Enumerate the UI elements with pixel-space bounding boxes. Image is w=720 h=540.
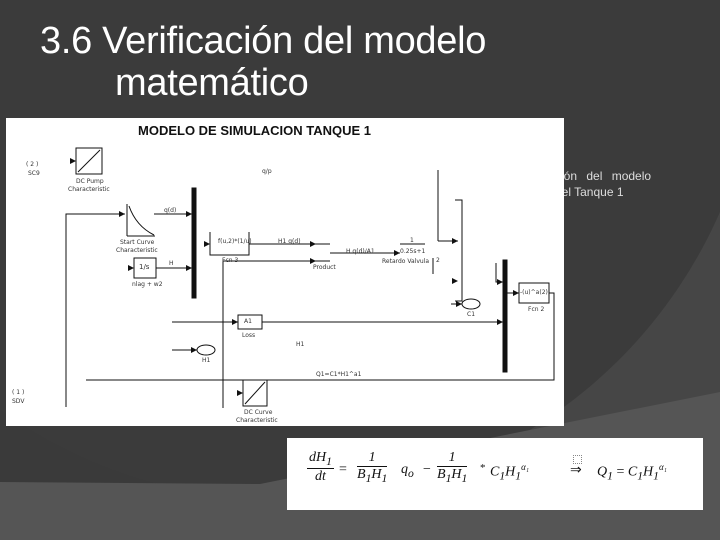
term1-numerator: 1 xyxy=(357,450,388,467)
signal-h: H xyxy=(169,260,174,267)
goto-h1 xyxy=(196,344,216,356)
fcn-label: Fcn 3 xyxy=(222,257,239,264)
inport-2-label: ( 2 ) xyxy=(26,161,39,168)
signal-h1q: H1 q(d) xyxy=(278,238,301,245)
inport-1-name: SDV xyxy=(12,398,25,405)
minus-sign: − xyxy=(423,462,431,477)
term1-h-sub: 1 xyxy=(381,471,388,485)
tf-numerator: 1 xyxy=(410,237,414,244)
gain-label: Loss xyxy=(242,332,256,339)
q: q xyxy=(401,462,408,477)
lhs-denominator: dt xyxy=(315,468,326,484)
fcn2-label: Fcn 2 xyxy=(528,306,545,313)
dc-curve-label: DC Curve xyxy=(244,409,273,416)
gain-expr: A1 xyxy=(244,318,252,325)
term2-h-sub: 1 xyxy=(461,471,468,485)
goto-c1-label: C1 xyxy=(467,311,476,318)
slide-body-text: ción del modelo del Tanque 1 xyxy=(555,168,705,200)
term1-fraction: 1 B1H1 xyxy=(357,450,388,485)
c: C xyxy=(490,464,500,480)
dc-curve-label-2: Characteristic xyxy=(236,417,278,424)
tf-label: Retardo Valvula xyxy=(382,258,430,265)
h-sup: α₁ xyxy=(521,462,529,472)
rhs-c: C xyxy=(627,464,638,480)
signal-h1: H1 xyxy=(296,341,305,348)
term2-b: B xyxy=(437,467,446,482)
inport-1-label: ( 1 ) xyxy=(12,389,25,396)
mux-bar-1 xyxy=(191,187,197,299)
slide-title: 3.6 Verificación del modelo matemático xyxy=(40,20,486,104)
term2-h: H xyxy=(451,467,462,482)
slide-title-line1: 3.6 Verificación del modelo xyxy=(40,20,487,62)
rhs-equals: = xyxy=(616,464,625,480)
product-label: Product xyxy=(313,264,336,271)
integrator-label: nlag + w2 xyxy=(132,281,163,288)
mux-bar-3 xyxy=(502,259,508,373)
term2-numerator: 1 xyxy=(437,450,468,467)
times-sign: * xyxy=(480,462,486,474)
slide-title-line2: matemático xyxy=(115,62,309,104)
body-line2: del Tanque 1 xyxy=(555,185,624,199)
equals-sign: = xyxy=(339,462,347,477)
signal-qp: q/p xyxy=(262,168,272,175)
term1-h: H xyxy=(371,467,382,482)
term1-b: B xyxy=(357,467,366,482)
dc-pump-label: DC Pump xyxy=(76,178,104,185)
fcn-expr: f(u,2)*(1/u) xyxy=(218,238,252,245)
integrator-expr: 1/s xyxy=(139,263,150,271)
signal-mid: H q(d)/A1 xyxy=(346,248,375,255)
signal-q1: Q1=C1*H1^a1 xyxy=(316,371,362,378)
q-sub: o xyxy=(408,466,414,480)
start-curve-label: Start Curve xyxy=(120,239,155,246)
rhs-q-sub: 1 xyxy=(607,469,613,483)
rhs-h-sup: α₁ xyxy=(658,462,667,472)
body-line1: ción del modelo xyxy=(555,169,652,183)
equation-box: dH1 dt = 1 B1H1 qo − 1 B1H1 * C1H1α₁ ⇒ Q… xyxy=(287,438,703,510)
goto-h1-label: H1 xyxy=(202,357,211,364)
lhs-numerator: dH xyxy=(309,450,327,465)
flow-term: C1H1α₁ xyxy=(490,462,529,482)
simulink-diagram: MODELO DE SIMULACION TANQUE 1 ( 2 ) SC9 … xyxy=(6,118,564,426)
diagram-title: MODELO DE SIMULACION TANQUE 1 xyxy=(138,123,372,138)
rhs-h: H xyxy=(643,464,654,480)
tf-denominator: 0.25s+1 xyxy=(400,248,426,255)
diagram-lines xyxy=(65,147,555,408)
lhs-fraction: dH1 dt xyxy=(307,450,334,485)
signal-qd: q(d) xyxy=(164,207,177,214)
goto-c1 xyxy=(461,298,481,310)
inport-2-name: SC9 xyxy=(28,170,40,177)
mux-port-label: 2 xyxy=(436,257,440,264)
q-term: qo xyxy=(401,462,414,480)
term2-fraction: 1 B1H1 xyxy=(437,450,468,485)
start-curve-label-2: Characteristic xyxy=(116,247,158,254)
implies-arrow: ⇒ xyxy=(570,463,582,478)
lhs-numerator-sub: 1 xyxy=(326,454,332,468)
h: H xyxy=(505,464,516,480)
dc-pump-label-2: Characteristic xyxy=(68,186,110,193)
fcn2-expr: -(u)^a(2) xyxy=(520,289,548,296)
rhs-equation: Q1 = C1H1α₁ xyxy=(597,462,667,482)
rhs-q: Q xyxy=(597,464,608,480)
